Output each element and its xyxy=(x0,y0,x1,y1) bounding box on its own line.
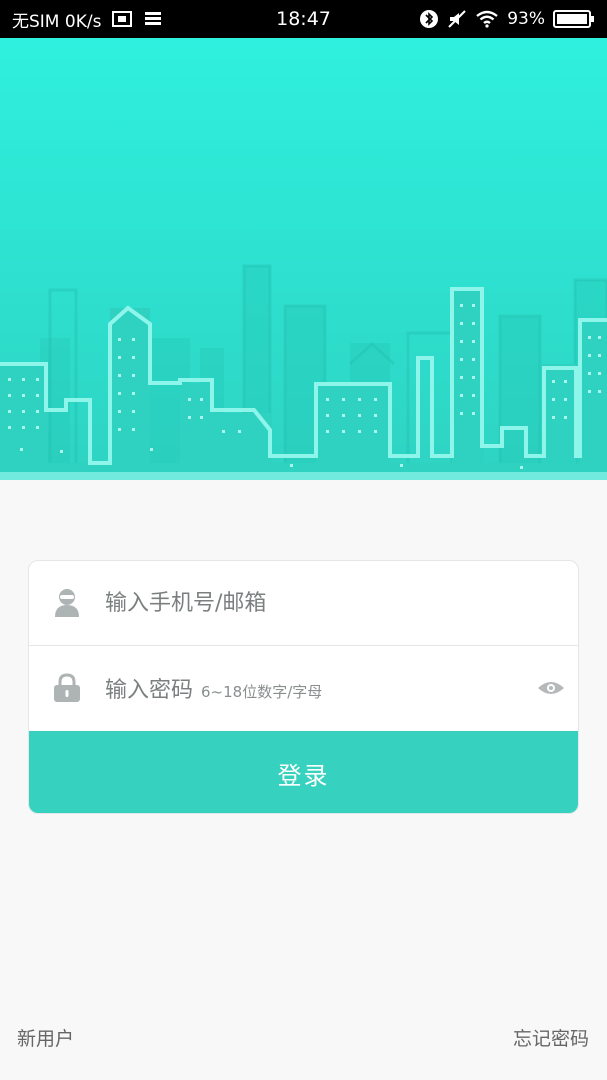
wifi-icon xyxy=(475,10,499,28)
user-icon xyxy=(29,588,105,618)
battery-percent: 93% xyxy=(507,9,545,29)
header-banner xyxy=(0,38,607,480)
mute-icon xyxy=(447,9,467,29)
login-button[interactable]: 登录 xyxy=(29,731,578,813)
carrier-text: 无SIM 0K/s xyxy=(12,11,102,32)
lock-icon xyxy=(29,673,105,703)
new-user-link[interactable]: 新用户 xyxy=(17,1024,74,1051)
data-icon xyxy=(143,10,163,28)
forgot-password-link[interactable]: 忘记密码 xyxy=(513,1024,589,1051)
city-skyline-illustration xyxy=(0,264,607,480)
username-row xyxy=(29,561,578,646)
login-card: 输入密码 6~18位数字/字母 登录 xyxy=(28,560,579,814)
password-hint: 6~18位数字/字母 xyxy=(201,683,323,701)
battery-icon xyxy=(553,9,595,29)
password-placeholder: 输入密码 xyxy=(105,678,194,703)
show-password-eye-icon[interactable] xyxy=(524,680,578,696)
screenshot-icon xyxy=(111,10,133,28)
username-input[interactable] xyxy=(105,583,578,623)
bluetooth-icon xyxy=(419,9,439,29)
status-bar: 无SIM 0K/s 18:47 93% xyxy=(0,0,607,38)
password-input[interactable]: 输入密码 6~18位数字/字母 xyxy=(105,672,524,704)
password-row: 输入密码 6~18位数字/字母 xyxy=(29,646,578,730)
